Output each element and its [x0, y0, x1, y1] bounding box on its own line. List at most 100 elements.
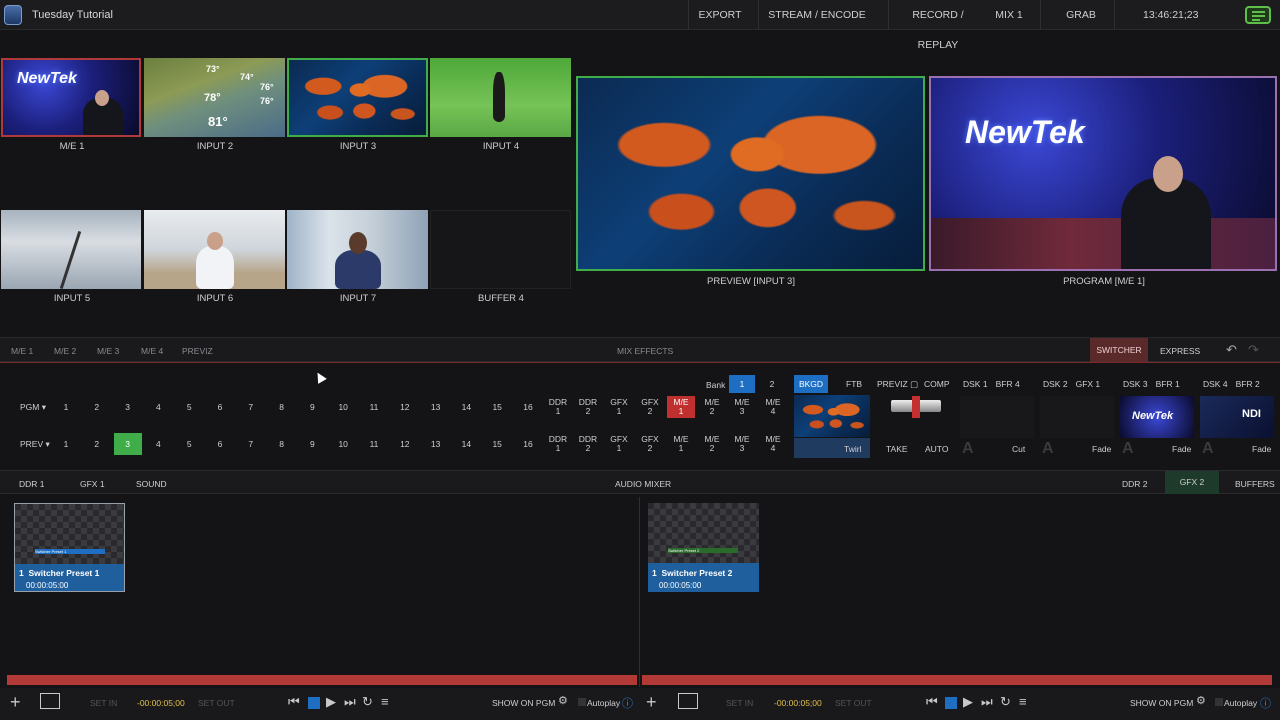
dsk-preview-icon[interactable]: A [1042, 440, 1054, 458]
tab-previz[interactable]: PREVIZ [182, 346, 213, 356]
source-button-gfx1[interactable]: GFX 1 [605, 433, 633, 455]
transition-thumbnail[interactable] [794, 395, 870, 437]
gear-icon[interactable]: ⚙ [558, 694, 568, 707]
monitor-input4[interactable] [430, 58, 571, 137]
source-button-me1[interactable]: M/E 1 [667, 433, 695, 455]
mix-output-button[interactable]: MIX 1 [988, 0, 1030, 30]
ddr-scrub-bar-left[interactable] [7, 675, 637, 685]
source-button-ddr2[interactable]: DDR 2 [574, 396, 602, 418]
autoplay-checkbox[interactable] [1215, 698, 1223, 706]
source-button-me2[interactable]: M/E 2 [698, 396, 726, 418]
playlist-icon[interactable]: ≡ [1019, 694, 1027, 709]
source-button-9[interactable]: 9 [298, 433, 326, 455]
stream-encode-button[interactable]: STREAM / ENCODE [762, 0, 872, 30]
autoplay-checkbox[interactable] [578, 698, 586, 706]
undo-icon[interactable]: ↶ [1226, 342, 1237, 358]
tab-express[interactable]: EXPRESS [1160, 346, 1200, 356]
tab-ddr2[interactable]: DDR 2 [1122, 479, 1148, 489]
monitor-input3[interactable] [287, 58, 428, 137]
source-button-10[interactable]: 10 [329, 396, 357, 418]
info-icon[interactable]: ⓘ [622, 695, 633, 711]
source-button-me3[interactable]: M/E 3 [728, 433, 756, 455]
monitor-buffer4[interactable] [430, 210, 571, 289]
tab-me4[interactable]: M/E 4 [141, 346, 163, 356]
edit-icon[interactable] [678, 693, 698, 709]
loop-icon[interactable]: ↻ [362, 694, 373, 710]
source-button-me1[interactable]: M/E 1 [667, 396, 695, 418]
info-icon[interactable]: ⓘ [1260, 695, 1271, 711]
skip-back-icon[interactable]: ⏮ [926, 694, 938, 710]
record-replay-button[interactable]: RECORD / REPLAY [892, 0, 984, 51]
play-icon[interactable]: ▶ [963, 694, 973, 710]
source-button-15[interactable]: 15 [483, 433, 511, 455]
dsk-header[interactable]: DSK 2 GFX 1 [1043, 379, 1100, 389]
set-in-button[interactable]: SET IN [726, 698, 753, 708]
set-in-button[interactable]: SET IN [90, 698, 117, 708]
source-button-12[interactable]: 12 [391, 396, 419, 418]
source-button-8[interactable]: 8 [268, 396, 296, 418]
loop-icon[interactable]: ↻ [1000, 694, 1011, 710]
source-button-4[interactable]: 4 [144, 396, 172, 418]
show-on-pgm-button[interactable]: SHOW ON PGM [1130, 698, 1193, 708]
notifications-icon[interactable] [1245, 6, 1271, 24]
show-on-pgm-button[interactable]: SHOW ON PGM [492, 698, 555, 708]
source-button-gfx2[interactable]: GFX 2 [636, 433, 664, 455]
tab-gfx2[interactable]: GFX 2 [1165, 471, 1219, 494]
tab-me3[interactable]: M/E 3 [97, 346, 119, 356]
tab-gfx1[interactable]: GFX 1 [80, 479, 105, 489]
source-button-3[interactable]: 3 [114, 396, 142, 418]
source-button-ddr1[interactable]: DDR 1 [544, 396, 572, 418]
source-button-gfx2[interactable]: GFX 2 [636, 396, 664, 418]
monitor-me1[interactable]: NewTek [1, 58, 141, 137]
source-button-4[interactable]: 4 [144, 433, 172, 455]
source-button-1[interactable]: 1 [52, 433, 80, 455]
playlist-icon[interactable]: ≡ [381, 694, 389, 709]
dsk-header[interactable]: DSK 1 BFR 4 [963, 379, 1020, 389]
source-button-ddr1[interactable]: DDR 1 [544, 433, 572, 455]
tab-buffers[interactable]: BUFFERS [1235, 479, 1275, 489]
monitor-input7[interactable] [287, 210, 428, 289]
source-button-7[interactable]: 7 [237, 396, 265, 418]
set-out-button[interactable]: SET OUT [835, 698, 872, 708]
redo-icon[interactable]: ↷ [1248, 342, 1259, 358]
monitor-input2[interactable]: 73° 74° 78° 76° 76° 81° [144, 58, 285, 137]
source-button-me3[interactable]: M/E 3 [728, 396, 756, 418]
source-button-16[interactable]: 16 [514, 396, 542, 418]
dsk-preview-icon[interactable]: A [1202, 440, 1214, 458]
source-button-3[interactable]: 3 [113, 433, 142, 455]
source-button-9[interactable]: 9 [298, 396, 326, 418]
add-icon[interactable]: + [10, 692, 21, 713]
source-button-10[interactable]: 10 [329, 433, 357, 455]
dsk-header[interactable]: DSK 3 BFR 1 [1123, 379, 1180, 389]
tab-ddr1[interactable]: DDR 1 [19, 479, 45, 489]
source-button-me4[interactable]: M/E 4 [759, 396, 787, 418]
source-button-11[interactable]: 11 [360, 396, 388, 418]
tab-switcher[interactable]: SWITCHER [1090, 338, 1148, 362]
skip-forward-icon[interactable]: ⏭ [344, 694, 356, 710]
comp-button[interactable]: COMP [924, 379, 950, 389]
preset-card-2[interactable]: Switcher Preset 2 1 Switcher Preset 2 00… [648, 503, 759, 592]
dsk-transition[interactable]: Cut [1012, 444, 1025, 454]
source-button-ddr2[interactable]: DDR 2 [574, 433, 602, 455]
source-button-13[interactable]: 13 [422, 433, 450, 455]
program-monitor[interactable]: NewTek [929, 76, 1277, 271]
skip-back-icon[interactable]: ⏮ [288, 694, 300, 710]
gear-icon[interactable]: ⚙ [1196, 694, 1206, 707]
bank-1-button[interactable]: 1 [729, 375, 755, 393]
source-button-8[interactable]: 8 [268, 433, 296, 455]
tab-sound[interactable]: SOUND [136, 479, 167, 489]
dsk-transition[interactable]: Fade [1092, 444, 1111, 454]
tab-me2[interactable]: M/E 2 [54, 346, 76, 356]
bank-2-button[interactable]: 2 [762, 375, 782, 393]
stop-icon[interactable] [945, 697, 957, 709]
audio-mixer-tab[interactable]: AUDIO MIXER [615, 479, 671, 489]
set-out-button[interactable]: SET OUT [198, 698, 235, 708]
ftb-button[interactable]: FTB [846, 379, 862, 389]
source-button-14[interactable]: 14 [452, 433, 480, 455]
skip-forward-icon[interactable]: ⏭ [981, 694, 993, 710]
edit-icon[interactable] [40, 693, 60, 709]
source-button-me2[interactable]: M/E 2 [698, 433, 726, 455]
play-icon[interactable]: ▶ [326, 694, 336, 710]
source-button-6[interactable]: 6 [206, 396, 234, 418]
dsk-thumbnail[interactable] [1040, 396, 1114, 438]
